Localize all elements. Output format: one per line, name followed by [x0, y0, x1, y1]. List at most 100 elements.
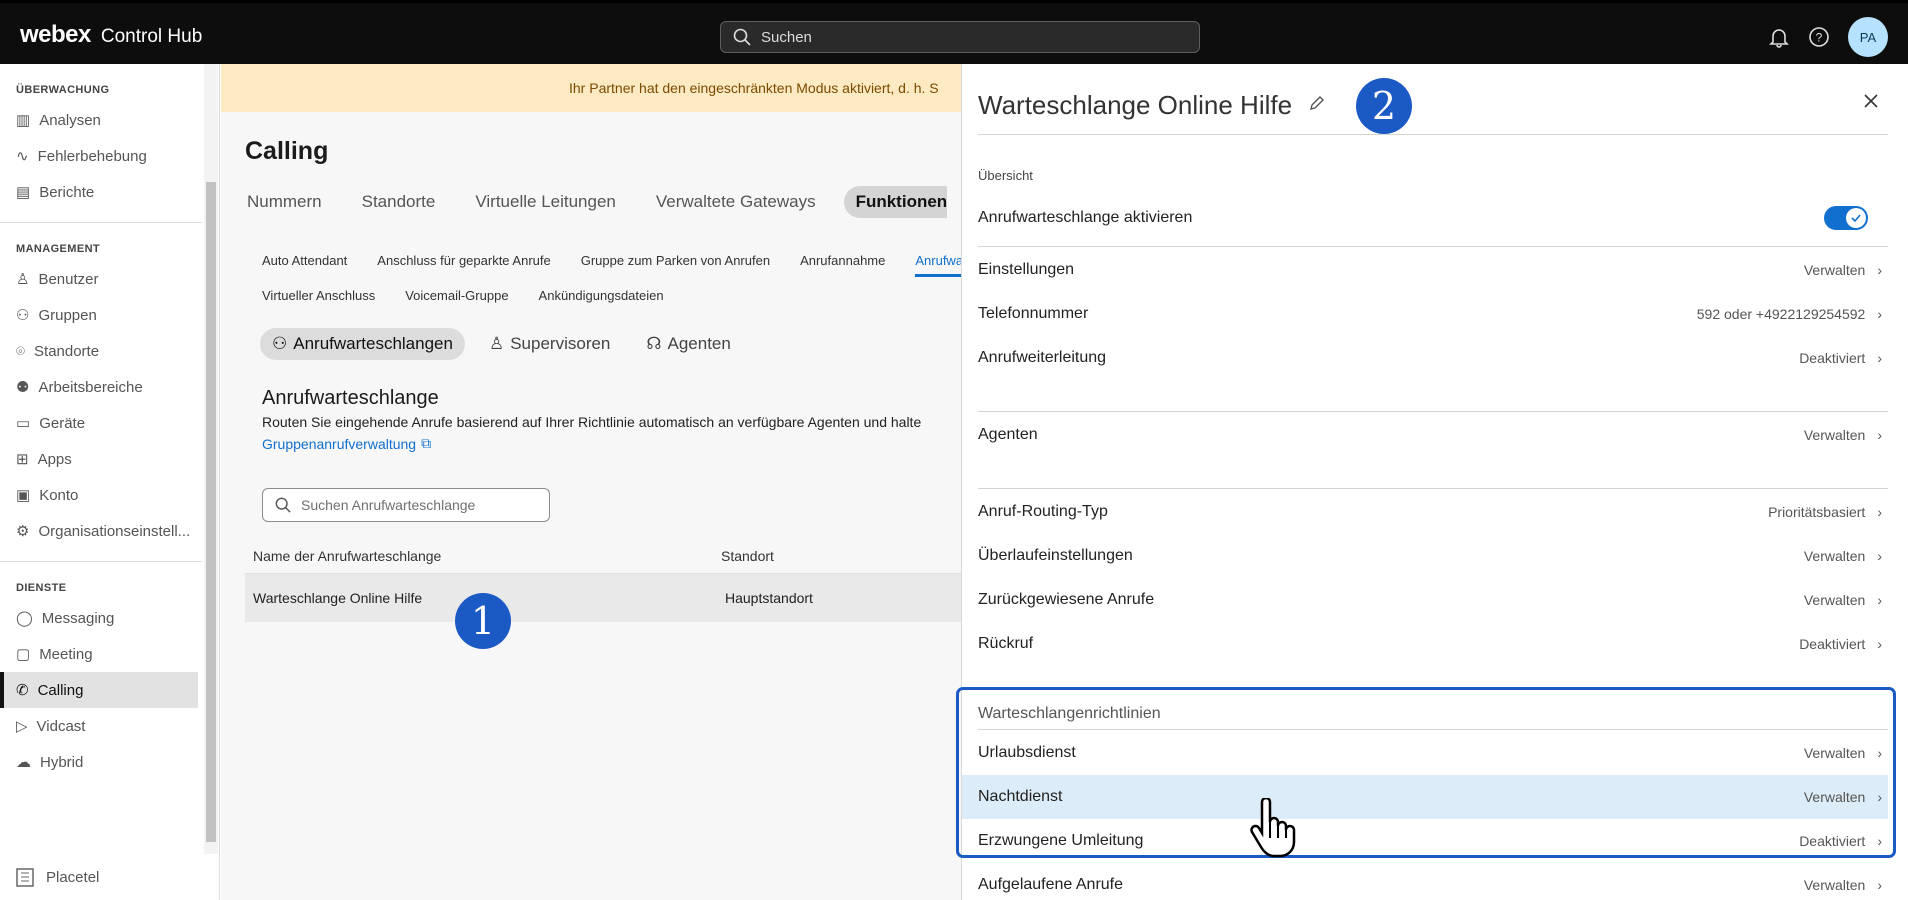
subtab-voicemail-group[interactable]: Voicemail-Gruppe: [405, 288, 508, 303]
column-name[interactable]: Name der Anrufwarteschlange: [245, 548, 721, 564]
tab-verwaltete-gateways[interactable]: Verwaltete Gateways: [644, 186, 828, 218]
sidebar-item-label: Benutzer: [38, 270, 99, 288]
panel-title: Warteschlange Online Hilfe: [978, 90, 1293, 120]
sidebar-item-label: Arbeitsbereiche: [38, 378, 143, 396]
chevron-right-icon: ›: [1877, 877, 1882, 893]
sidebar-item-benutzer[interactable]: ♙ Benutzer: [0, 261, 198, 297]
sidebar-item-fehlerbehebung[interactable]: ∿ Fehlerbehebung: [0, 138, 198, 174]
policies-highlight-box: [956, 687, 1896, 858]
pill-call-queues[interactable]: ⚇ Anrufwarteschlangen: [260, 328, 465, 360]
link-label: Gruppenanrufverwaltung: [262, 435, 417, 452]
sidebar-item-organisation[interactable]: ⚙ Organisationseinstell...: [0, 513, 198, 549]
top-bar: webex Control Hub Suchen ? PA: [0, 0, 1908, 64]
panel-divider: [978, 488, 1888, 489]
headset-icon: ☊: [646, 334, 662, 353]
sidebar: ÜBERWACHUNG ▥ Analysen ∿ Fehlerbehebung ▤ B…: [0, 64, 220, 900]
row-label: Agenten: [978, 426, 1038, 443]
subtab-park-extension[interactable]: Anschluss für geparkte Anrufe: [377, 253, 550, 277]
row-label: Aufgelaufene Anrufe: [978, 876, 1124, 893]
global-search-input[interactable]: Suchen: [720, 21, 1200, 53]
subtab-call-pickup[interactable]: Anrufannahme: [800, 253, 885, 277]
section-description: Routen Sie eingehende Anrufe basierend a…: [262, 414, 922, 430]
routing-type-row[interactable]: Anruf-Routing-Typ Prioritätsbasiert ›: [978, 490, 1888, 534]
search-icon: [733, 28, 751, 46]
sidebar-item-calling[interactable]: ✆ Calling: [0, 672, 198, 708]
subtab-announcement-files[interactable]: Ankündigungsdateien: [539, 288, 664, 303]
sidebar-item-label: Messaging: [41, 609, 115, 627]
queue-location-cell: Hauptstandort: [725, 590, 813, 606]
pill-supervisors[interactable]: ♙ Supervisoren: [477, 328, 622, 360]
row-value: Deaktiviert: [1799, 350, 1866, 366]
subtab-auto-attendant[interactable]: Auto Attendant: [262, 253, 347, 277]
sidebar-item-label: Hybrid: [40, 753, 84, 771]
search-icon: [275, 497, 291, 513]
column-location[interactable]: Standort: [721, 548, 774, 564]
callback-row[interactable]: Rückruf Deaktiviert ›: [978, 622, 1888, 666]
pill-agents[interactable]: ☊ Agenten: [634, 328, 742, 360]
sidebar-item-label: Apps: [37, 450, 72, 468]
chevron-right-icon: ›: [1877, 504, 1882, 520]
row-value: Verwalten: [1803, 592, 1866, 608]
phone-number-row[interactable]: Telefonnummer 592 oder +4922129254592 ›: [978, 292, 1888, 336]
overflow-settings-row[interactable]: Überlaufeinstellungen Verwalten ›: [978, 534, 1888, 578]
subtab-call-park-group[interactable]: Gruppe zum Parken von Anrufen: [581, 253, 770, 277]
queue-search-input[interactable]: Suchen Anrufwarteschlange: [262, 488, 550, 522]
rejected-calls-row[interactable]: Zurückgewiesene Anrufe Verwalten ›: [978, 578, 1888, 622]
sidebar-item-geraete[interactable]: ▭ Geräte: [0, 405, 198, 441]
sidebar-item-label: Fehlerbehebung: [37, 147, 147, 165]
scrollbar-thumb[interactable]: [206, 182, 216, 842]
settings-row[interactable]: Einstellungen Verwalten ›: [978, 248, 1888, 292]
sidebar-item-gruppen[interactable]: ⚇ Gruppen: [0, 297, 198, 333]
subtab-virtual-extension[interactable]: Virtueller Anschluss: [262, 288, 375, 303]
row-value: 592 oder +4922129254592: [1696, 306, 1866, 322]
enable-queue-toggle[interactable]: [1824, 206, 1868, 230]
tab-funktionen[interactable]: Funktionen: [843, 186, 948, 218]
section-title-management: MANAGEMENT: [16, 243, 101, 255]
pill-label: Anrufwarteschlangen: [293, 334, 453, 353]
restricted-mode-banner: Ihr Partner hat den eingeschränkten Modu…: [221, 64, 971, 112]
chat-icon: ◯: [16, 610, 33, 627]
sidebar-item-messaging[interactable]: ◯ Messaging: [0, 600, 198, 636]
pill-label: Supervisoren: [510, 334, 611, 353]
sidebar-scrollbar[interactable]: [204, 64, 218, 854]
edit-icon[interactable]: [1308, 94, 1326, 112]
sidebar-item-vidcast[interactable]: ▷ Vidcast: [0, 708, 198, 744]
sidebar-item-analysen[interactable]: ▥ Analysen: [0, 102, 198, 138]
table-row[interactable]: Warteschlange Online Hilfe Hauptstandort: [245, 574, 975, 622]
help-icon[interactable]: ?: [1808, 26, 1830, 48]
row-label: Überlaufeinstellungen: [978, 547, 1133, 564]
calling-tabs: Nummern Standorte Virtuelle Leitungen Ve…: [235, 186, 948, 218]
panel-divider: [978, 411, 1888, 412]
sidebar-item-label: Standorte: [34, 342, 100, 360]
sidebar-item-label: Gruppen: [38, 306, 97, 324]
group-call-management-link[interactable]: Gruppenanrufverwaltung ⧉: [262, 435, 431, 452]
tab-virtuelle-leitungen[interactable]: Virtuelle Leitungen: [463, 186, 628, 218]
close-icon[interactable]: [1862, 92, 1880, 110]
avatar[interactable]: PA: [1848, 17, 1888, 57]
agents-row[interactable]: Agenten Verwalten ›: [978, 413, 1888, 457]
tab-standorte[interactable]: Standorte: [350, 186, 448, 218]
device-icon: ▭: [16, 415, 31, 432]
sidebar-item-label: Organisationseinstell...: [38, 522, 191, 540]
call-forwarding-row[interactable]: Anrufweiterleitung Deaktiviert ›: [978, 336, 1888, 380]
stranded-calls-row[interactable]: Aufgelaufene Anrufe Verwalten ›: [978, 863, 1888, 900]
brand-logo[interactable]: webex Control Hub: [20, 21, 202, 49]
step-badge-1: 1: [455, 593, 511, 649]
bell-icon[interactable]: [1768, 26, 1790, 48]
sidebar-item-berichte[interactable]: ▤ Berichte: [0, 174, 198, 210]
apps-icon: ⊞: [16, 451, 29, 468]
sidebar-item-arbeitsbereiche[interactable]: ⚉ Arbeitsbereiche: [0, 369, 198, 405]
row-value: Verwalten: [1803, 548, 1866, 564]
partner-placetel[interactable]: Placetel: [14, 866, 99, 888]
sidebar-item-standorte[interactable]: ⌾ Standorte: [0, 333, 198, 369]
account-icon: ▣: [16, 487, 31, 504]
chevron-right-icon: ›: [1877, 636, 1882, 652]
sidebar-item-meeting[interactable]: ▢ Meeting: [0, 636, 198, 672]
sidebar-item-apps[interactable]: ⊞ Apps: [0, 441, 198, 477]
tab-nummern[interactable]: Nummern: [235, 186, 334, 218]
sidebar-item-hybrid[interactable]: ☁ Hybrid: [0, 744, 198, 780]
user-icon: ♙: [488, 334, 505, 353]
sidebar-item-konto[interactable]: ▣ Konto: [0, 477, 198, 513]
sidebar-item-label: Berichte: [39, 183, 95, 201]
chevron-right-icon: ›: [1877, 548, 1882, 564]
